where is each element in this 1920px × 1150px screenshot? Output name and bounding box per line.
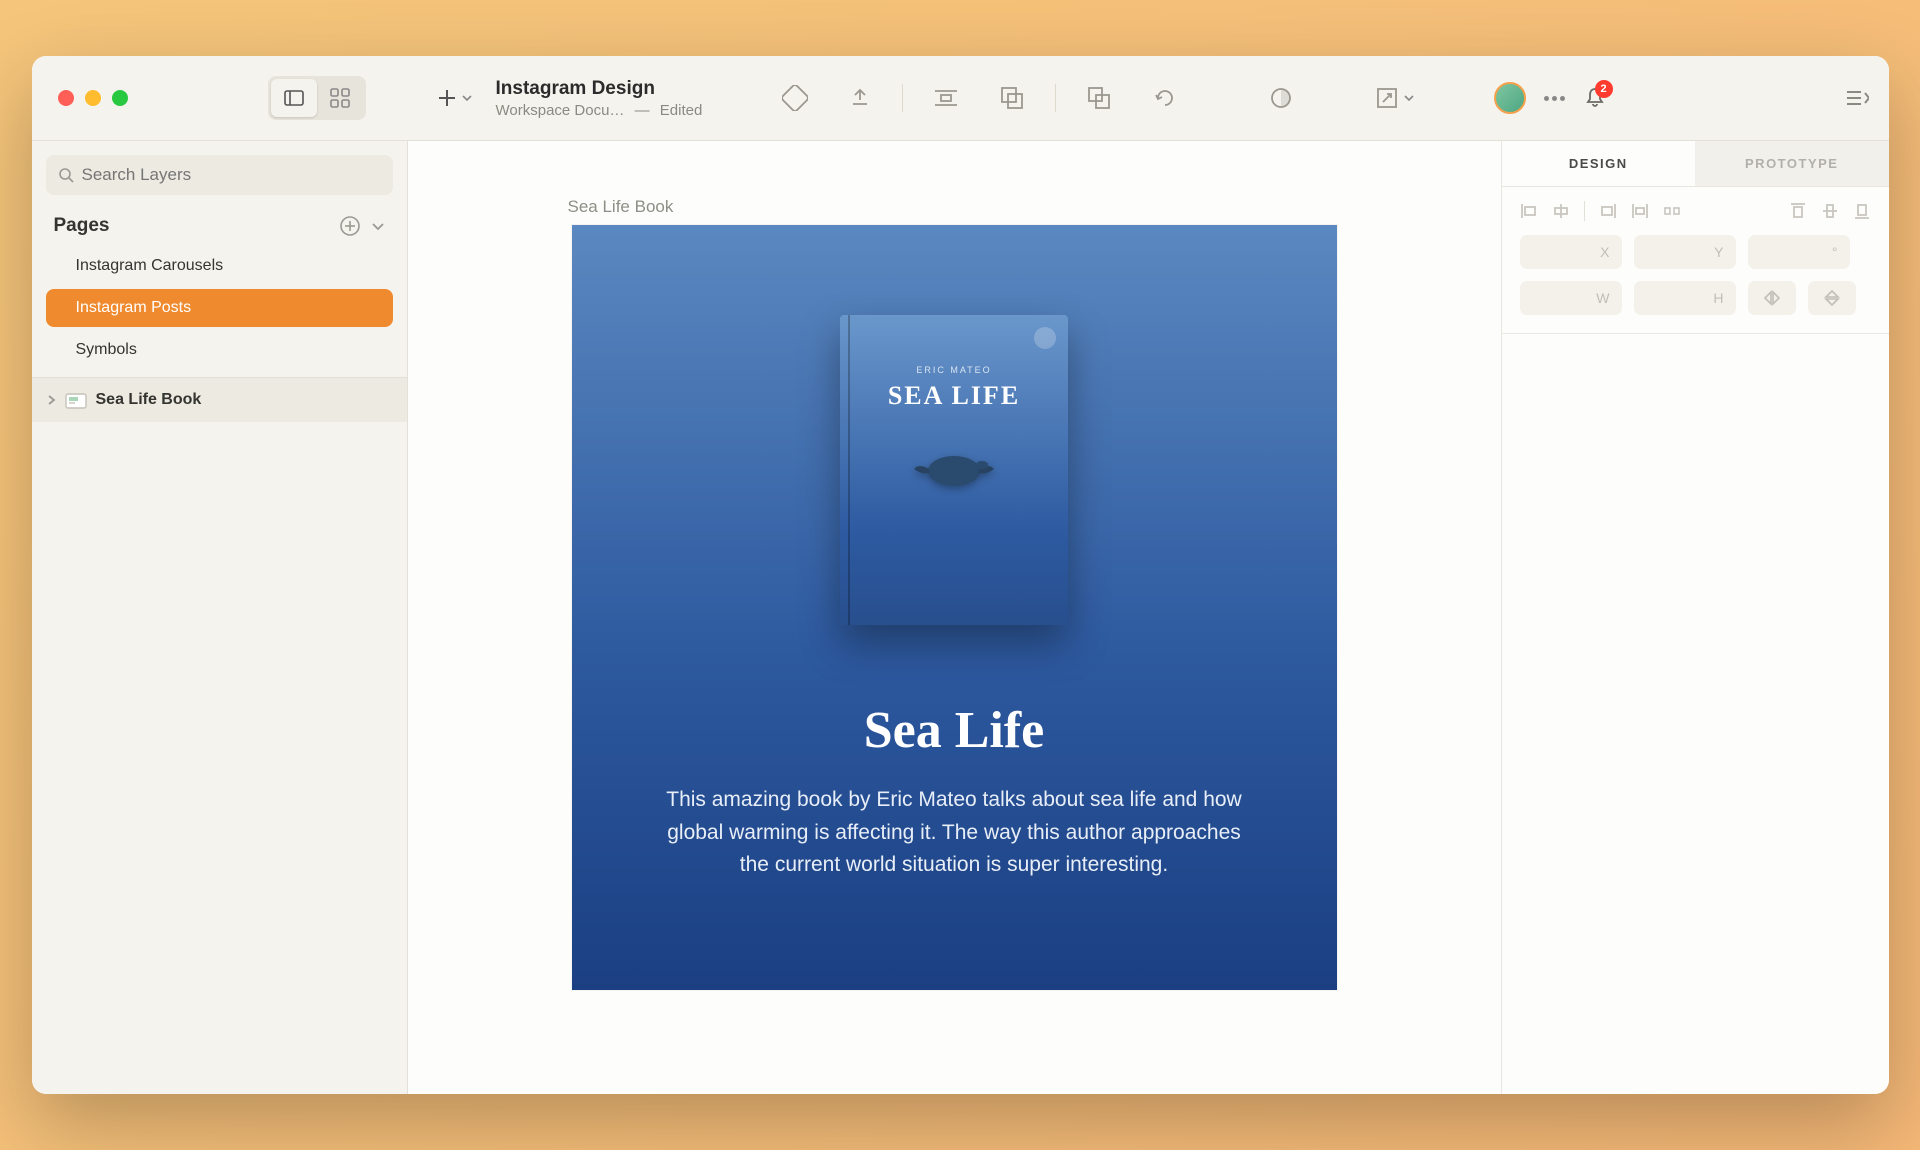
notifications-button[interactable]: 2	[1583, 86, 1607, 110]
toolbar-separator	[902, 84, 903, 112]
distribute-icon[interactable]	[933, 87, 959, 109]
forward-icon[interactable]	[848, 86, 872, 110]
plus-icon	[436, 87, 458, 109]
hero-title[interactable]: Sea Life	[864, 701, 1045, 760]
book-title: SEA LIFE	[888, 381, 1020, 411]
titlebar: Instagram Design Workspace Docu… — Edite…	[32, 56, 1889, 141]
align-right-icon[interactable]	[1599, 202, 1617, 220]
chevron-right-icon	[46, 394, 56, 406]
turtle-icon	[904, 439, 1004, 489]
collapse-inspector-button[interactable]	[1845, 89, 1869, 107]
book-author: ERIC MATEO	[916, 365, 991, 375]
maximize-window-button[interactable]	[112, 90, 128, 106]
align-hcenter-icon[interactable]	[1552, 202, 1570, 220]
book-cover[interactable]: ERIC MATEO SEA LIFE	[840, 315, 1068, 625]
align-top-icon[interactable]	[1789, 202, 1807, 220]
page-item-carousels[interactable]: Instagram Carousels	[46, 247, 393, 285]
layers-panel: Sea Life Book	[32, 377, 407, 422]
toolbar-separator	[1055, 84, 1056, 112]
rotate-icon[interactable]	[1152, 85, 1178, 111]
inspector-separator	[1502, 333, 1889, 334]
scale-icon[interactable]	[1374, 85, 1414, 111]
align-bottom-icon[interactable]	[1853, 202, 1871, 220]
insert-button[interactable]	[436, 87, 472, 109]
page-item-posts[interactable]: Instagram Posts	[46, 289, 393, 327]
document-subtitle: Workspace Docu… — Edited	[496, 102, 703, 119]
avatar[interactable]	[1494, 82, 1526, 114]
alignment-row	[1502, 187, 1889, 231]
search-icon	[58, 167, 74, 183]
align-left-icon[interactable]	[1520, 202, 1538, 220]
document-title: Instagram Design Workspace Docu… — Edite…	[496, 78, 703, 119]
group-icon[interactable]	[999, 85, 1025, 111]
align-hdist-icon[interactable]	[1663, 202, 1681, 220]
window-controls	[32, 90, 128, 106]
y-field[interactable]: Y	[1634, 235, 1736, 269]
align-hjustify-icon[interactable]	[1631, 202, 1649, 220]
hero-description[interactable]: This amazing book by Eric Mateo talks ab…	[654, 784, 1254, 882]
add-page-button[interactable]	[339, 215, 361, 237]
page-item-symbols[interactable]: Symbols	[46, 331, 393, 369]
flip-v-button[interactable]	[1808, 281, 1856, 315]
search-input[interactable]	[82, 165, 381, 185]
layer-row-artboard[interactable]: Sea Life Book	[32, 378, 407, 422]
pages-label: Pages	[54, 215, 110, 237]
grid-view-button[interactable]	[317, 79, 363, 117]
artboard-label[interactable]: Sea Life Book	[568, 197, 674, 217]
close-window-button[interactable]	[58, 90, 74, 106]
rotation-field[interactable]: °	[1748, 235, 1850, 269]
inspector: DESIGN PROTOTYPE	[1501, 141, 1889, 1094]
mask-icon[interactable]	[1268, 85, 1294, 111]
x-field[interactable]: X	[1520, 235, 1622, 269]
search-layers[interactable]	[46, 155, 393, 195]
inspector-tabs: DESIGN PROTOTYPE	[1502, 141, 1889, 187]
app-body: Pages Instagram Carousels Instagram Post…	[32, 141, 1889, 1094]
union-icon[interactable]	[1086, 85, 1112, 111]
flip-h-button[interactable]	[1748, 281, 1796, 315]
more-menu-button[interactable]	[1544, 96, 1565, 101]
titlebar-right: 2	[1494, 82, 1889, 114]
tab-design[interactable]: DESIGN	[1502, 141, 1696, 186]
w-field[interactable]: W	[1520, 281, 1622, 315]
layer-label: Sea Life Book	[96, 391, 202, 409]
list-view-button[interactable]	[271, 79, 317, 117]
chevron-down-icon	[1404, 93, 1414, 103]
minimize-window-button[interactable]	[85, 90, 101, 106]
sidebar-view-toggle	[268, 76, 366, 120]
tab-prototype[interactable]: PROTOTYPE	[1695, 141, 1889, 186]
document-name: Instagram Design	[496, 78, 703, 100]
create-symbol-icon[interactable]	[782, 85, 808, 111]
transform-fields: X Y ° W H	[1502, 231, 1889, 333]
align-vcenter-icon[interactable]	[1821, 202, 1839, 220]
sidebar: Pages Instagram Carousels Instagram Post…	[32, 141, 408, 1094]
canvas[interactable]: Sea Life Book ERIC MATEO SEA LIFE Sea Li…	[408, 141, 1501, 1094]
artboard[interactable]: ERIC MATEO SEA LIFE Sea Life This amazin…	[572, 225, 1337, 990]
toolbar-tools	[782, 84, 1414, 112]
chevron-down-icon	[462, 93, 472, 103]
pages-header: Pages	[32, 205, 407, 245]
notification-badge: 2	[1595, 80, 1613, 98]
h-field[interactable]: H	[1634, 281, 1736, 315]
app-window: Instagram Design Workspace Docu… — Edite…	[32, 56, 1889, 1094]
book-badge-icon	[1034, 327, 1056, 349]
pages-chevron-button[interactable]	[371, 219, 385, 233]
artboard-icon	[64, 388, 88, 412]
